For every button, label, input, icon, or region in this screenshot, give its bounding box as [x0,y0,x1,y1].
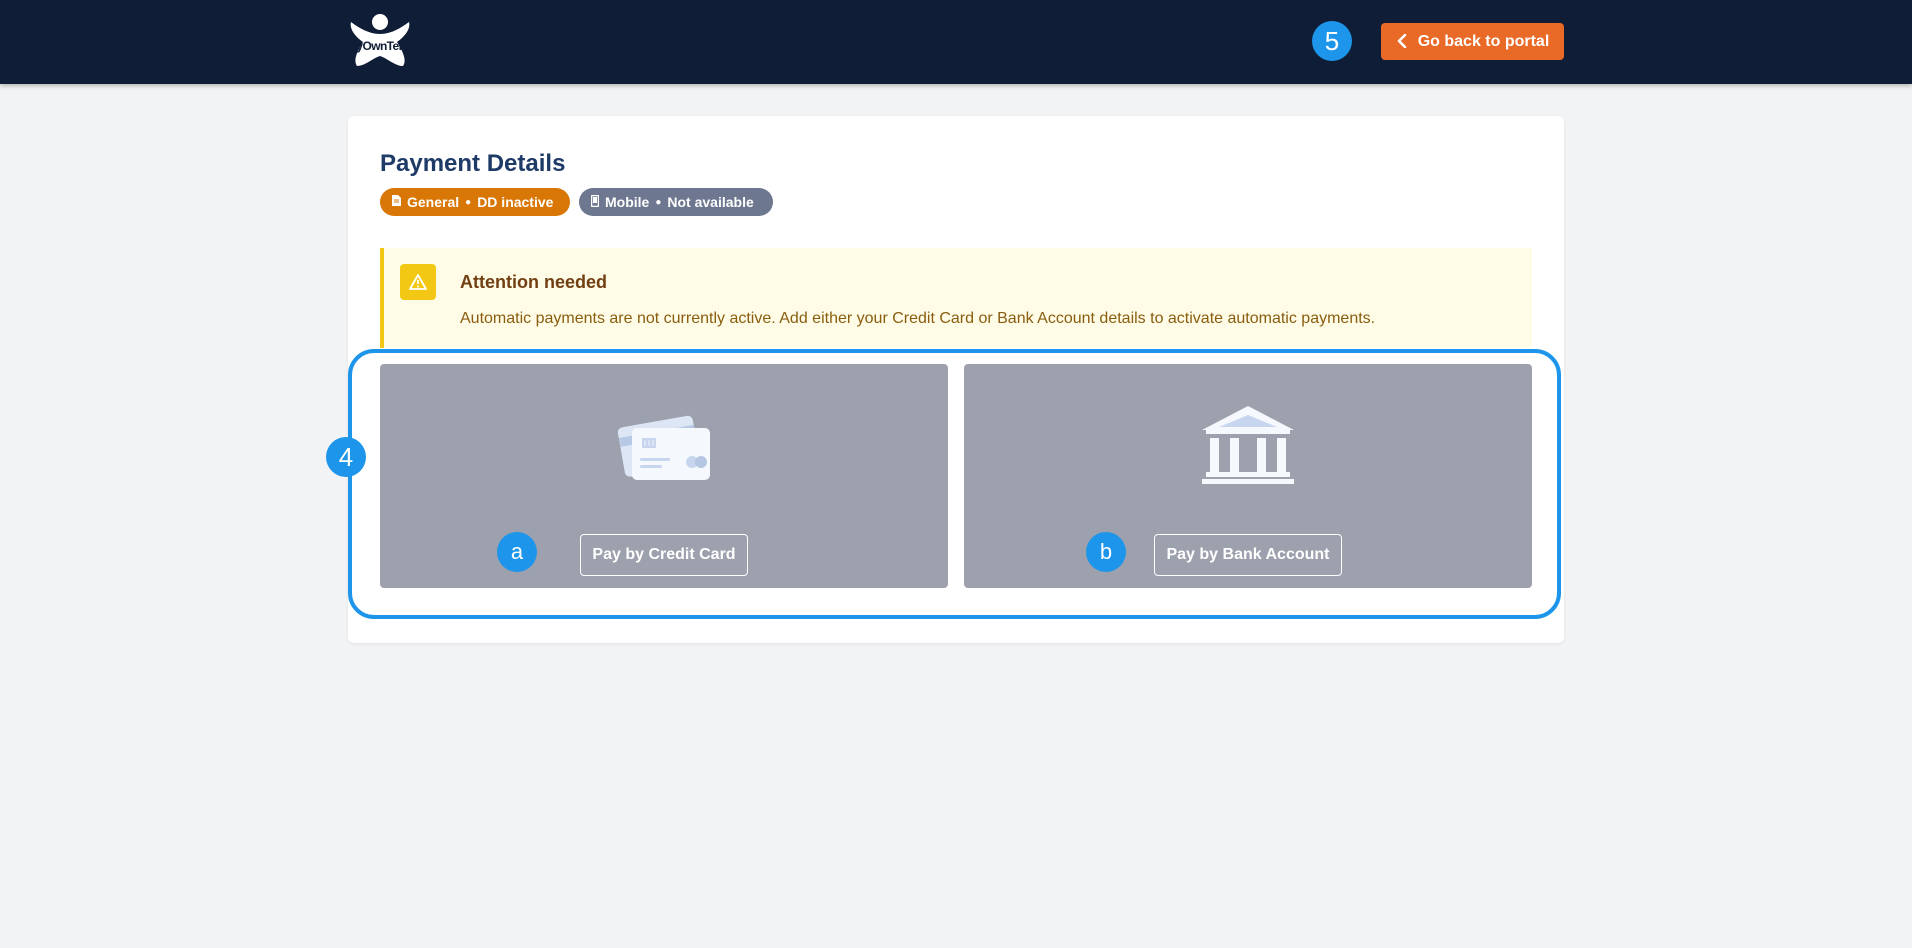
annotation-marker-b: b [1086,532,1126,572]
document-icon [392,195,401,209]
annotation-marker-5: 5 [1312,21,1352,61]
pay-by-bank-account-option[interactable]: b Pay by Bank Account [964,364,1532,588]
mobile-icon [590,194,600,210]
status-pill-mobile: Mobile ● Not available [579,188,773,216]
go-back-label: Go back to portal [1417,32,1550,50]
annotation-marker-4: 4 [326,437,366,477]
pill-category: Mobile [605,194,650,210]
pay-by-credit-card-button[interactable]: Pay by Credit Card [580,534,748,576]
bank-icon [1198,402,1298,487]
top-navigation-bar: MyOwnTel 5 Go back to portal [0,0,1912,84]
pill-separator: ● [655,196,662,208]
pill-separator: ● [465,196,472,208]
pill-status: DD inactive [477,194,554,210]
chevron-left-icon [1396,33,1408,51]
pill-status: Not available [667,194,754,210]
alert-title: Attention needed [460,272,607,292]
myowntel-logo[interactable]: MyOwnTel [345,12,415,72]
pill-category: General [407,194,460,210]
pay-by-bank-account-button[interactable]: Pay by Bank Account [1154,534,1342,576]
credit-card-icon [614,402,714,487]
annotation-marker-a: a [497,532,537,572]
logo-text: MyOwnTel [347,39,402,53]
alert-message: Automatic payments are not currently act… [460,310,1376,327]
status-pill-general: General ● DD inactive [380,188,570,216]
attention-alert: Attention needed Automatic payments are … [380,248,1532,348]
pay-by-credit-card-option[interactable]: a Pay by Credit Card [380,364,948,588]
page-title: Payment Details [380,150,566,177]
go-back-to-portal-button[interactable]: Go back to portal [1381,23,1564,60]
warning-icon [400,264,436,300]
